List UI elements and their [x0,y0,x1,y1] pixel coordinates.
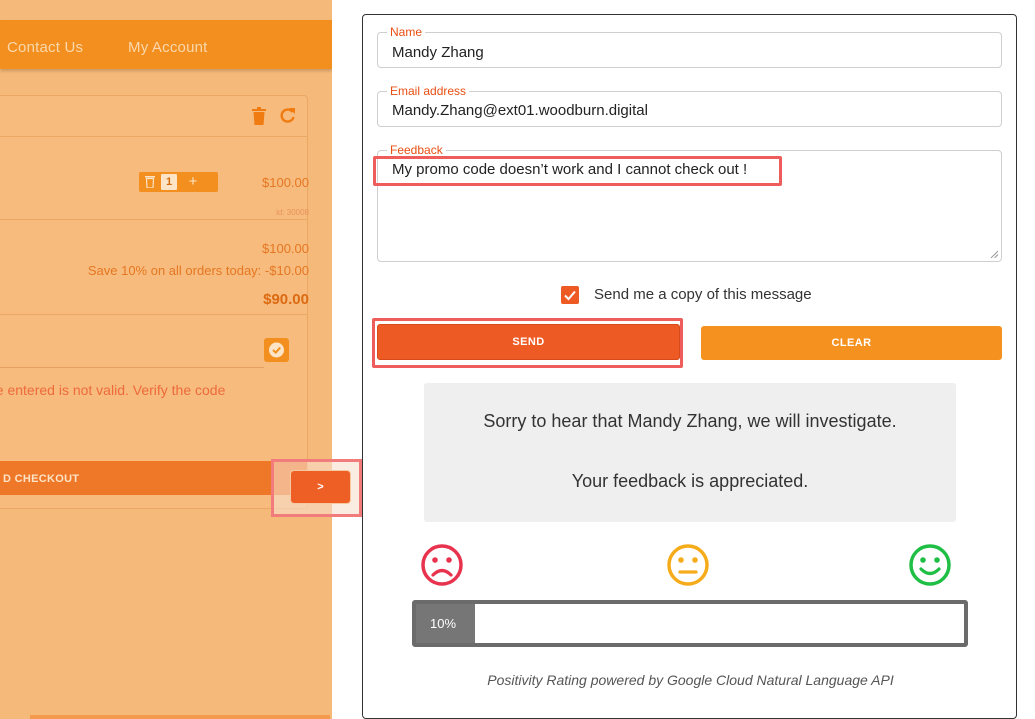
trash-icon[interactable] [251,107,267,125]
name-label: Name [387,25,426,39]
positivity-rating-fill: 10% [416,604,475,643]
cart-total: $90.00 [263,291,309,308]
checkmark-icon [564,290,576,301]
open-feedback-button[interactable]: > [290,470,351,504]
feedback-highlight-box [373,156,782,186]
result-message: Sorry to hear that Mandy Zhang, we will … [483,411,897,431]
feedback-result-panel: Sorry to hear that Mandy Zhang, we will … [424,383,956,522]
feedback-dialog: Name Mandy Zhang Email address Mandy.Zha… [362,14,1017,719]
cart-header [0,96,307,137]
result-thanks: Your feedback is appreciated. [571,471,809,491]
refresh-icon[interactable] [279,107,296,124]
checkout-button-label: D CHECKOUT [3,473,80,485]
check-icon [269,342,284,358]
send-button-label: SEND [512,336,545,348]
email-field[interactable]: Email address Mandy.Zhang@ext01.woodburn… [377,84,1002,127]
neutral-face-icon [667,544,709,586]
quantity-stepper[interactable]: 1 + [139,172,218,192]
email-value[interactable]: Mandy.Zhang@ext01.woodburn.digital [392,102,648,119]
feedback-label: Feedback [387,143,446,157]
positivity-rating-bar: 10% [412,600,968,647]
quantity-value[interactable]: 1 [161,174,177,190]
divider [0,219,307,220]
arrow-button-label: > [317,481,324,493]
resize-handle-icon[interactable] [990,250,998,258]
clear-button[interactable]: CLEAR [701,326,1002,360]
nav-contact-us[interactable]: Contact Us [7,39,83,56]
email-label: Email address [387,84,470,98]
sad-face-icon [421,544,463,586]
checkout-button[interactable]: D CHECKOUT [0,461,307,495]
name-value[interactable]: Mandy Zhang [392,44,484,61]
happy-face-icon [909,544,951,586]
divider [0,314,307,315]
cart-card: 1 + $100.00 id: 30008 $100.00 Save 10% o… [0,95,309,509]
screenshot-stage: Contact Us My Account 1 + $100.00 id: 30… [0,0,1035,719]
shop-navbar: Contact Us My Account [0,20,332,69]
promo-error-message: ave entered is not valid. Verify the cod… [0,382,226,398]
promo-code-input[interactable] [0,338,264,368]
positivity-rating-label: 10% [430,616,457,631]
remove-item-icon[interactable] [145,175,155,188]
name-field[interactable]: Name Mandy Zhang [377,25,1002,68]
quantity-plus-icon[interactable]: + [182,172,204,192]
clear-button-label: CLEAR [831,337,872,349]
apply-promo-button[interactable] [264,338,289,362]
shop-footer-bar [30,715,330,719]
shop-background-page: Contact Us My Account 1 + $100.00 id: 30… [0,0,332,719]
item-id: id: 30008 [276,208,309,217]
send-button[interactable]: SEND [377,324,680,360]
item-price: $100.00 [262,175,309,190]
nav-my-account[interactable]: My Account [128,39,208,56]
powered-by-note: Positivity Rating powered by Google Clou… [487,672,894,688]
cart-discount: Save 10% on all orders today: -$10.00 [87,263,309,278]
send-copy-label: Send me a copy of this message [594,286,812,303]
cart-subtotal: $100.00 [262,241,309,256]
send-copy-checkbox[interactable] [561,286,579,304]
